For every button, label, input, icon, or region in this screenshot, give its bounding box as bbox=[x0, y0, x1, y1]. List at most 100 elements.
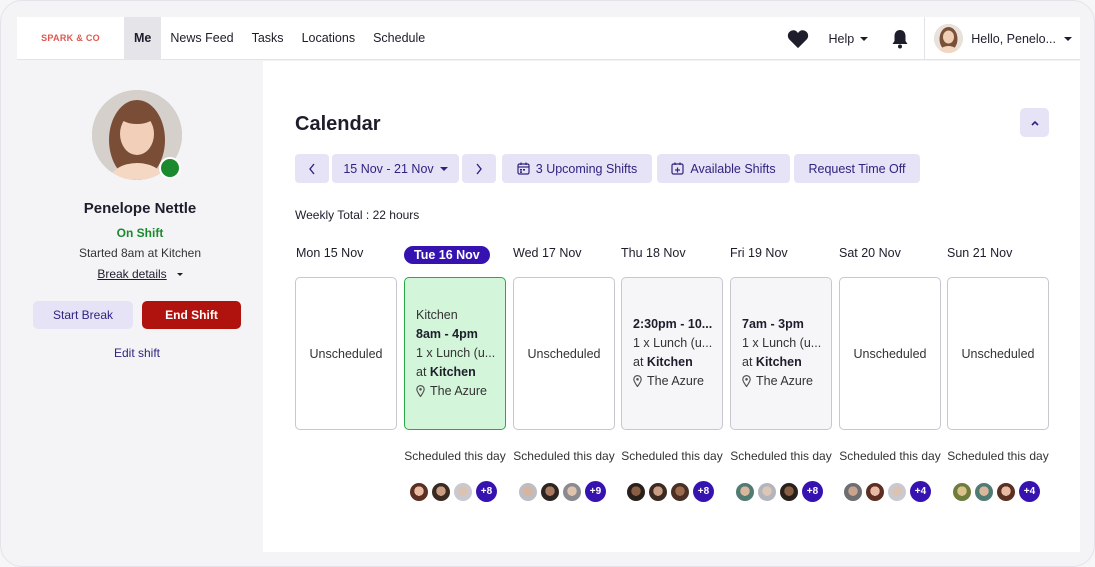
shift-card-thu[interactable]: 2:30pm - 10... 1 x Lunch (u... at Kitche… bbox=[621, 277, 723, 430]
scheduled-label: Scheduled this day bbox=[404, 449, 506, 463]
chevron-left-icon bbox=[309, 163, 315, 174]
help-menu[interactable]: Help bbox=[829, 32, 869, 46]
top-nav: SPARK & CO Me News Feed Tasks Locations … bbox=[17, 16, 1080, 60]
avatar bbox=[626, 481, 646, 502]
more-coworkers-badge: +9 bbox=[585, 481, 606, 502]
scheduled-label: Scheduled this day bbox=[730, 449, 832, 463]
shift-card-fri[interactable]: 7am - 3pm 1 x Lunch (u... at Kitchen The… bbox=[730, 277, 832, 430]
nav-tasks[interactable]: Tasks bbox=[243, 17, 293, 60]
collapse-button[interactable] bbox=[1020, 108, 1049, 137]
chevron-down-icon bbox=[176, 272, 183, 276]
shift-at-location: Kitchen bbox=[755, 355, 802, 369]
map-pin-icon bbox=[742, 375, 751, 387]
coworker-avatars-sun[interactable]: +4 bbox=[952, 481, 1040, 502]
chevron-down-icon bbox=[439, 166, 448, 171]
nav-me[interactable]: Me bbox=[124, 16, 162, 60]
avatar bbox=[431, 481, 451, 502]
chevron-up-icon bbox=[1030, 120, 1039, 126]
avatar bbox=[518, 481, 538, 502]
more-coworkers-badge: +8 bbox=[802, 481, 823, 502]
day-header-sat: Sat 20 Nov bbox=[839, 246, 901, 260]
avatar bbox=[887, 481, 907, 502]
avatar bbox=[974, 481, 994, 502]
app-frame: SPARK & CO Me News Feed Tasks Locations … bbox=[0, 0, 1095, 567]
more-coworkers-badge: +4 bbox=[910, 481, 931, 502]
calendar-plus-icon bbox=[671, 162, 684, 175]
day-card-mon[interactable]: Unscheduled bbox=[295, 277, 397, 430]
page-title: Calendar bbox=[295, 113, 381, 135]
break-details-toggle[interactable]: Break details bbox=[17, 267, 263, 281]
shift-time: 2:30pm - 10... bbox=[633, 317, 713, 331]
available-shifts-button[interactable]: Available Shifts bbox=[657, 154, 790, 183]
nav-news-feed[interactable]: News Feed bbox=[161, 17, 242, 60]
avatar bbox=[409, 481, 429, 502]
at-label: at bbox=[416, 365, 427, 379]
shift-card-tue[interactable]: Kitchen 8am - 4pm 1 x Lunch (u... at Kit… bbox=[404, 277, 506, 430]
prev-week-button[interactable] bbox=[295, 154, 329, 183]
avatar bbox=[648, 481, 668, 502]
nav-schedule[interactable]: Schedule bbox=[364, 17, 434, 60]
avatar bbox=[865, 481, 885, 502]
upcoming-shifts-label: 3 Upcoming Shifts bbox=[535, 161, 638, 176]
scheduled-label: Scheduled this day bbox=[839, 449, 941, 463]
day-card-wed[interactable]: Unscheduled bbox=[513, 277, 615, 430]
end-shift-button[interactable]: End Shift bbox=[142, 301, 241, 329]
week-range-label: 15 Nov - 21 Nov bbox=[343, 161, 434, 176]
scheduled-label: Scheduled this day bbox=[621, 449, 723, 463]
more-coworkers-badge: +4 bbox=[1019, 481, 1040, 502]
shift-at-location: Kitchen bbox=[646, 355, 693, 369]
heart-icon[interactable] bbox=[785, 17, 811, 60]
nav-locations[interactable]: Locations bbox=[293, 17, 365, 60]
calendar-panel: Calendar 15 Nov - 21 Nov 3 Upcoming Shif… bbox=[263, 61, 1080, 552]
brand-logo[interactable]: SPARK & CO bbox=[17, 33, 124, 43]
user-menu[interactable]: Hello, Penelo... bbox=[934, 24, 1080, 53]
profile-sidebar: Penelope Nettle On Shift Started 8am at … bbox=[17, 61, 263, 552]
request-time-off-button[interactable]: Request Time Off bbox=[794, 154, 920, 183]
day-card-sat[interactable]: Unscheduled bbox=[839, 277, 941, 430]
avatar bbox=[952, 481, 972, 502]
edit-shift-link[interactable]: Edit shift bbox=[17, 346, 257, 360]
avatar bbox=[540, 481, 560, 502]
shift-time: 8am - 4pm bbox=[416, 327, 478, 341]
shift-venue: The Azure bbox=[756, 374, 813, 388]
avatar bbox=[562, 481, 582, 502]
more-coworkers-badge: +8 bbox=[476, 481, 497, 502]
day-header-sun: Sun 21 Nov bbox=[947, 246, 1013, 260]
map-pin-icon bbox=[416, 385, 425, 397]
break-details-label: Break details bbox=[97, 267, 167, 281]
upcoming-shifts-button[interactable]: 3 Upcoming Shifts bbox=[502, 154, 652, 183]
shift-status: On Shift bbox=[116, 226, 164, 240]
week-range-dropdown[interactable]: 15 Nov - 21 Nov bbox=[332, 154, 459, 183]
avatar bbox=[453, 481, 473, 502]
at-label: at bbox=[633, 355, 644, 369]
avatar bbox=[934, 24, 964, 53]
avatar bbox=[996, 481, 1016, 502]
calendar-icon bbox=[517, 162, 530, 175]
day-header-thu: Thu 18 Nov bbox=[621, 246, 686, 260]
coworker-avatars-sat[interactable]: +4 bbox=[843, 481, 931, 502]
coworker-avatars-tue[interactable]: +8 bbox=[409, 481, 497, 502]
shift-time: 7am - 3pm bbox=[742, 317, 804, 331]
shift-venue: The Azure bbox=[647, 374, 704, 388]
coworker-avatars-fri[interactable]: +8 bbox=[735, 481, 823, 502]
shift-break: 1 x Lunch (u... bbox=[742, 336, 822, 350]
shift-break: 1 x Lunch (u... bbox=[633, 336, 713, 350]
day-card-sun[interactable]: Unscheduled bbox=[947, 277, 1049, 430]
chevron-down-icon bbox=[860, 36, 869, 41]
coworker-avatars-thu[interactable]: +8 bbox=[626, 481, 714, 502]
shift-venue: The Azure bbox=[430, 384, 487, 398]
coworker-avatars-wed[interactable]: +9 bbox=[518, 481, 606, 502]
avatar bbox=[843, 481, 863, 502]
at-label: at bbox=[742, 355, 753, 369]
chevron-right-icon bbox=[476, 163, 482, 174]
day-header-wed: Wed 17 Nov bbox=[513, 246, 582, 260]
shift-break: 1 x Lunch (u... bbox=[416, 346, 496, 360]
avatar bbox=[757, 481, 777, 502]
bell-icon[interactable] bbox=[890, 17, 910, 60]
start-break-button[interactable]: Start Break bbox=[33, 301, 133, 329]
weekly-total: Weekly Total : 22 hours bbox=[295, 208, 420, 222]
day-header-tue: Tue 16 Nov bbox=[404, 246, 490, 264]
scheduled-label: Scheduled this day bbox=[947, 449, 1049, 463]
avatar bbox=[779, 481, 799, 502]
next-week-button[interactable] bbox=[462, 154, 496, 183]
